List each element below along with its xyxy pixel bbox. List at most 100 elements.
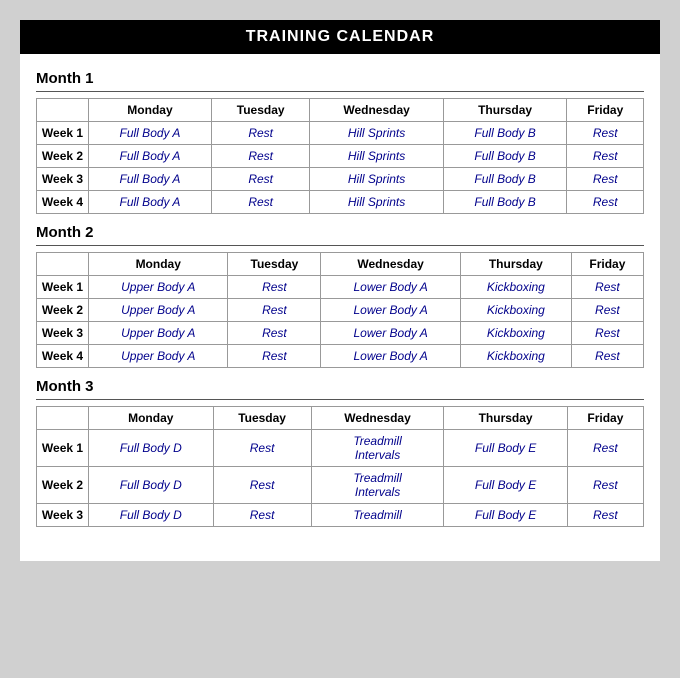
month-1-week-2-day-1: Full Body A xyxy=(89,145,212,168)
table-row: Week 3Upper Body ARestLower Body AKickbo… xyxy=(37,322,644,345)
month-1-week-2-day-4: Full Body B xyxy=(443,145,567,168)
month-2-col-header-5: Friday xyxy=(571,253,643,276)
table-row: Week 1Full Body DRestTreadmillIntervalsF… xyxy=(37,430,644,467)
month-2-week-3-label: Week 3 xyxy=(37,322,89,345)
month-1-week-4-day-1: Full Body A xyxy=(89,191,212,214)
month-2-week-3-day-4: Kickboxing xyxy=(460,322,571,345)
month-3-week-2-day-3: TreadmillIntervals xyxy=(311,467,444,504)
table-row: Week 4Full Body ARestHill SprintsFull Bo… xyxy=(37,191,644,214)
month-2-heading: Month 2 xyxy=(36,224,644,241)
month-2-week-2-day-1: Upper Body A xyxy=(89,299,228,322)
month-2-week-4-day-5: Rest xyxy=(571,345,643,368)
table-row: Week 1Full Body ARestHill SprintsFull Bo… xyxy=(37,122,644,145)
month-1-week-2-day-3: Hill Sprints xyxy=(310,145,443,168)
month-2-week-4-day-4: Kickboxing xyxy=(460,345,571,368)
table-row: Week 4Upper Body ARestLower Body AKickbo… xyxy=(37,345,644,368)
month-2-week-1-day-1: Upper Body A xyxy=(89,276,228,299)
month-3-week-1-day-4: Full Body E xyxy=(444,430,567,467)
month-1-col-header-0 xyxy=(37,99,89,122)
month-3-col-header-0 xyxy=(37,407,89,430)
month-3-week-2-label: Week 2 xyxy=(37,467,89,504)
month-1-week-2-day-2: Rest xyxy=(211,145,309,168)
month-1-week-3-day-4: Full Body B xyxy=(443,168,567,191)
month-2-col-header-1: Monday xyxy=(89,253,228,276)
month-2-col-header-2: Tuesday xyxy=(228,253,321,276)
month-3-week-3-day-3: Treadmill xyxy=(311,504,444,527)
table-row: Week 2Full Body DRestTreadmillIntervalsF… xyxy=(37,467,644,504)
month-2-col-header-3: Wednesday xyxy=(321,253,460,276)
table-row: Week 2Upper Body ARestLower Body AKickbo… xyxy=(37,299,644,322)
page-title: TRAINING CALENDAR xyxy=(20,20,660,54)
month-1-week-3-day-5: Rest xyxy=(567,168,644,191)
month-3-col-header-5: Friday xyxy=(567,407,643,430)
month-2-week-1-day-4: Kickboxing xyxy=(460,276,571,299)
month-2-week-3-day-5: Rest xyxy=(571,322,643,345)
month-1-week-4-label: Week 4 xyxy=(37,191,89,214)
month-2-week-3-day-1: Upper Body A xyxy=(89,322,228,345)
table-row: Week 1Upper Body ARestLower Body AKickbo… xyxy=(37,276,644,299)
month-3-week-3-day-4: Full Body E xyxy=(444,504,567,527)
month-3-week-3-day-5: Rest xyxy=(567,504,643,527)
month-1-col-header-3: Wednesday xyxy=(310,99,443,122)
calendar-content: Month 1MondayTuesdayWednesdayThursdayFri… xyxy=(20,54,660,545)
month-3-week-1-day-1: Full Body D xyxy=(89,430,214,467)
month-2-week-3-day-3: Lower Body A xyxy=(321,322,460,345)
month-3-week-1-day-3: TreadmillIntervals xyxy=(311,430,444,467)
month-2-week-2-day-5: Rest xyxy=(571,299,643,322)
month-3-week-1-day-5: Rest xyxy=(567,430,643,467)
month-3-table: MondayTuesdayWednesdayThursdayFridayWeek… xyxy=(36,406,644,527)
month-3-week-3-day-1: Full Body D xyxy=(89,504,214,527)
month-3-week-2-day-5: Rest xyxy=(567,467,643,504)
month-2-week-1-label: Week 1 xyxy=(37,276,89,299)
month-1-week-1-label: Week 1 xyxy=(37,122,89,145)
month-1-week-1-day-5: Rest xyxy=(567,122,644,145)
month-1-week-1-day-1: Full Body A xyxy=(89,122,212,145)
month-3-col-header-4: Thursday xyxy=(444,407,567,430)
month-1-week-3-day-3: Hill Sprints xyxy=(310,168,443,191)
month-2-week-1-day-2: Rest xyxy=(228,276,321,299)
month-2-week-3-day-2: Rest xyxy=(228,322,321,345)
table-row: Week 3Full Body ARestHill SprintsFull Bo… xyxy=(37,168,644,191)
month-3-week-2-day-4: Full Body E xyxy=(444,467,567,504)
month-1-week-3-day-2: Rest xyxy=(211,168,309,191)
month-2-week-4-day-2: Rest xyxy=(228,345,321,368)
month-1-week-4-day-4: Full Body B xyxy=(443,191,567,214)
month-1-week-4-day-3: Hill Sprints xyxy=(310,191,443,214)
month-2-week-1-day-5: Rest xyxy=(571,276,643,299)
month-2-table: MondayTuesdayWednesdayThursdayFridayWeek… xyxy=(36,252,644,368)
month-1-week-1-day-3: Hill Sprints xyxy=(310,122,443,145)
month-1-week-3-label: Week 3 xyxy=(37,168,89,191)
month-3-week-2-day-2: Rest xyxy=(213,467,311,504)
month-2-week-2-day-2: Rest xyxy=(228,299,321,322)
month-3-week-1-label: Week 1 xyxy=(37,430,89,467)
month-2-week-4-label: Week 4 xyxy=(37,345,89,368)
month-1-col-header-4: Thursday xyxy=(443,99,567,122)
month-2-week-2-label: Week 2 xyxy=(37,299,89,322)
month-1-week-4-day-5: Rest xyxy=(567,191,644,214)
month-3-col-header-2: Tuesday xyxy=(213,407,311,430)
table-row: Week 2Full Body ARestHill SprintsFull Bo… xyxy=(37,145,644,168)
month-2-week-2-day-3: Lower Body A xyxy=(321,299,460,322)
month-3-heading: Month 3 xyxy=(36,378,644,395)
month-3-week-1-day-2: Rest xyxy=(213,430,311,467)
month-2-week-4-day-1: Upper Body A xyxy=(89,345,228,368)
month-1-week-1-day-4: Full Body B xyxy=(443,122,567,145)
month-1-week-4-day-2: Rest xyxy=(211,191,309,214)
month-1-col-header-5: Friday xyxy=(567,99,644,122)
month-1-col-header-2: Tuesday xyxy=(211,99,309,122)
month-1-week-1-day-2: Rest xyxy=(211,122,309,145)
table-row: Week 3Full Body DRestTreadmillFull Body … xyxy=(37,504,644,527)
month-2-week-4-day-3: Lower Body A xyxy=(321,345,460,368)
month-1-week-2-label: Week 2 xyxy=(37,145,89,168)
month-3-week-3-day-2: Rest xyxy=(213,504,311,527)
month-1-col-header-1: Monday xyxy=(89,99,212,122)
month-1-heading: Month 1 xyxy=(36,70,644,87)
month-3-col-header-3: Wednesday xyxy=(311,407,444,430)
month-3-col-header-1: Monday xyxy=(89,407,214,430)
training-calendar-page: TRAINING CALENDAR Month 1MondayTuesdayWe… xyxy=(20,20,660,561)
month-3-week-2-day-1: Full Body D xyxy=(89,467,214,504)
month-2-week-1-day-3: Lower Body A xyxy=(321,276,460,299)
month-1-week-2-day-5: Rest xyxy=(567,145,644,168)
month-2-col-header-0 xyxy=(37,253,89,276)
month-1-week-3-day-1: Full Body A xyxy=(89,168,212,191)
